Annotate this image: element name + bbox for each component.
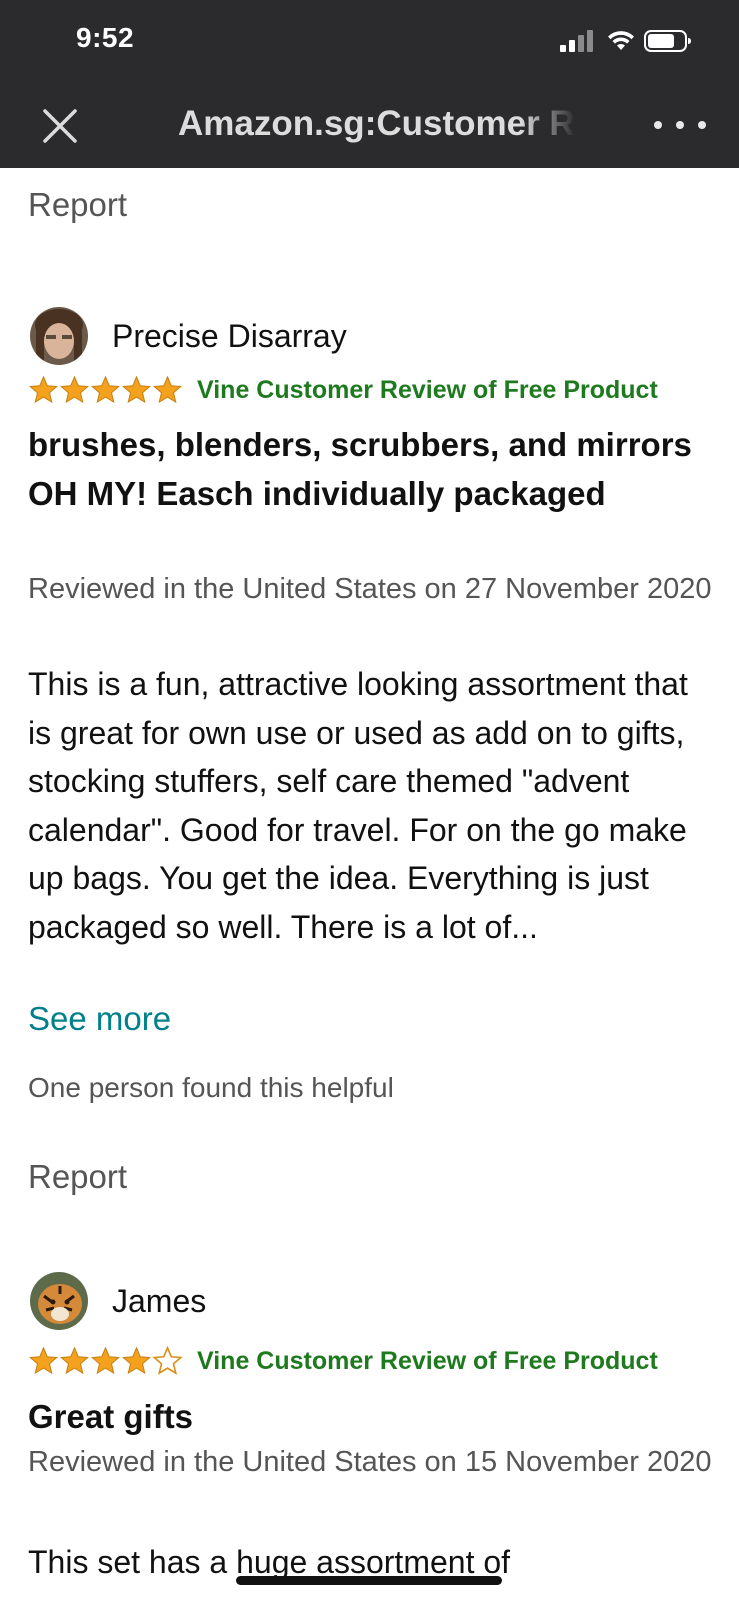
avatar [30,307,88,365]
close-button[interactable] [38,104,82,148]
vine-badge: Vine Customer Review of Free Product [197,1346,658,1375]
battery-icon [644,30,691,52]
see-more-link[interactable]: See more [28,1000,171,1038]
more-horizontal-icon-dot [698,121,706,129]
star-filled-icon [29,375,58,404]
review-body: This is a fun, attractive looking assort… [28,666,688,945]
report-link[interactable]: Report [28,186,127,224]
report-link[interactable]: Report [28,1158,127,1196]
browser-top-bar: 9:52 Amazon.sg:Customer Reviews [0,0,739,168]
avatar [30,1272,88,1330]
star-filled-icon [122,375,151,404]
cellular-signal-icon [560,30,593,52]
star-rating [28,375,183,405]
page-title: Amazon.sg:Customer Reviews [178,104,576,143]
star-empty-icon [152,1346,183,1375]
review-title: brushes, blenders, scrubbers, and mirror… [28,426,692,512]
star-filled-icon [122,1346,151,1375]
star-filled-icon [60,375,89,404]
reviewer-profile[interactable]: Precise Disarray [30,306,347,366]
helpful-count: One person found this helpful [28,1072,394,1103]
rating-row: Vine Customer Review of Free Product [28,370,658,410]
review-title: Great gifts [28,1398,194,1435]
status-time: 9:52 [76,22,135,53]
close-icon [43,109,77,143]
star-filled-icon [29,1346,58,1375]
review-date: Reviewed in the United States on 15 Nove… [28,1446,712,1478]
more-horizontal-icon-dot [654,121,662,129]
reviewer-name: James [112,1282,207,1319]
star-filled-icon [91,1346,120,1375]
reviewer-name: Precise Disarray [112,317,347,354]
review-date: Reviewed in the United States on 27 Nove… [28,573,712,605]
star-filled-icon [153,375,182,404]
vine-badge: Vine Customer Review of Free Product [197,375,658,404]
star-filled-icon [60,1346,89,1375]
more-options-button[interactable] [654,110,706,140]
rating-row: Vine Customer Review of Free Product [28,1341,658,1381]
home-indicator[interactable] [236,1576,502,1585]
star-filled-icon [91,375,120,404]
wifi-icon [608,31,634,50]
star-rating [28,1346,183,1376]
reviewer-profile[interactable]: James [30,1271,206,1331]
more-horizontal-icon-dot [676,121,684,129]
